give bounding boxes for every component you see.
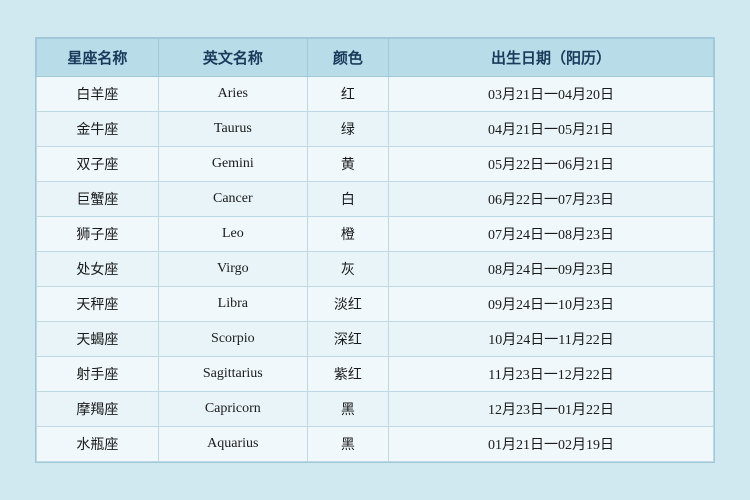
english-name-cell: Libra	[158, 287, 307, 322]
date-cell: 01月21日一02月19日	[389, 427, 714, 462]
table-row: 巨蟹座Cancer白06月22日一07月23日	[37, 182, 714, 217]
date-cell: 11月23日一12月22日	[389, 357, 714, 392]
english-name-cell: Aquarius	[158, 427, 307, 462]
zodiac-table-container: 星座名称 英文名称 颜色 出生日期（阳历） 白羊座Aries红03月21日一04…	[35, 37, 715, 463]
table-row: 双子座Gemini黄05月22日一06月21日	[37, 147, 714, 182]
chinese-name-cell: 水瓶座	[37, 427, 159, 462]
table-row: 狮子座Leo橙07月24日一08月23日	[37, 217, 714, 252]
chinese-name-cell: 处女座	[37, 252, 159, 287]
table-header-row: 星座名称 英文名称 颜色 出生日期（阳历）	[37, 39, 714, 77]
chinese-name-cell: 摩羯座	[37, 392, 159, 427]
color-cell: 白	[307, 182, 388, 217]
english-name-cell: Sagittarius	[158, 357, 307, 392]
header-chinese-name: 星座名称	[37, 39, 159, 77]
chinese-name-cell: 双子座	[37, 147, 159, 182]
english-name-cell: Leo	[158, 217, 307, 252]
chinese-name-cell: 白羊座	[37, 77, 159, 112]
date-cell: 08月24日一09月23日	[389, 252, 714, 287]
color-cell: 绿	[307, 112, 388, 147]
date-cell: 06月22日一07月23日	[389, 182, 714, 217]
table-row: 金牛座Taurus绿04月21日一05月21日	[37, 112, 714, 147]
english-name-cell: Taurus	[158, 112, 307, 147]
english-name-cell: Gemini	[158, 147, 307, 182]
date-cell: 12月23日一01月22日	[389, 392, 714, 427]
header-birth-date: 出生日期（阳历）	[389, 39, 714, 77]
color-cell: 黄	[307, 147, 388, 182]
color-cell: 红	[307, 77, 388, 112]
english-name-cell: Capricorn	[158, 392, 307, 427]
color-cell: 深红	[307, 322, 388, 357]
chinese-name-cell: 天秤座	[37, 287, 159, 322]
color-cell: 紫红	[307, 357, 388, 392]
english-name-cell: Virgo	[158, 252, 307, 287]
table-row: 摩羯座Capricorn黑12月23日一01月22日	[37, 392, 714, 427]
date-cell: 07月24日一08月23日	[389, 217, 714, 252]
chinese-name-cell: 射手座	[37, 357, 159, 392]
table-row: 天蝎座Scorpio深红10月24日一11月22日	[37, 322, 714, 357]
english-name-cell: Aries	[158, 77, 307, 112]
date-cell: 10月24日一11月22日	[389, 322, 714, 357]
color-cell: 灰	[307, 252, 388, 287]
header-color: 颜色	[307, 39, 388, 77]
color-cell: 橙	[307, 217, 388, 252]
english-name-cell: Cancer	[158, 182, 307, 217]
color-cell: 淡红	[307, 287, 388, 322]
date-cell: 03月21日一04月20日	[389, 77, 714, 112]
date-cell: 05月22日一06月21日	[389, 147, 714, 182]
table-row: 白羊座Aries红03月21日一04月20日	[37, 77, 714, 112]
table-row: 射手座Sagittarius紫红11月23日一12月22日	[37, 357, 714, 392]
table-row: 处女座Virgo灰08月24日一09月23日	[37, 252, 714, 287]
english-name-cell: Scorpio	[158, 322, 307, 357]
header-english-name: 英文名称	[158, 39, 307, 77]
table-row: 天秤座Libra淡红09月24日一10月23日	[37, 287, 714, 322]
chinese-name-cell: 巨蟹座	[37, 182, 159, 217]
chinese-name-cell: 狮子座	[37, 217, 159, 252]
table-row: 水瓶座Aquarius黑01月21日一02月19日	[37, 427, 714, 462]
date-cell: 04月21日一05月21日	[389, 112, 714, 147]
zodiac-table: 星座名称 英文名称 颜色 出生日期（阳历） 白羊座Aries红03月21日一04…	[36, 38, 714, 462]
color-cell: 黑	[307, 392, 388, 427]
chinese-name-cell: 天蝎座	[37, 322, 159, 357]
chinese-name-cell: 金牛座	[37, 112, 159, 147]
table-body: 白羊座Aries红03月21日一04月20日金牛座Taurus绿04月21日一0…	[37, 77, 714, 462]
color-cell: 黑	[307, 427, 388, 462]
date-cell: 09月24日一10月23日	[389, 287, 714, 322]
